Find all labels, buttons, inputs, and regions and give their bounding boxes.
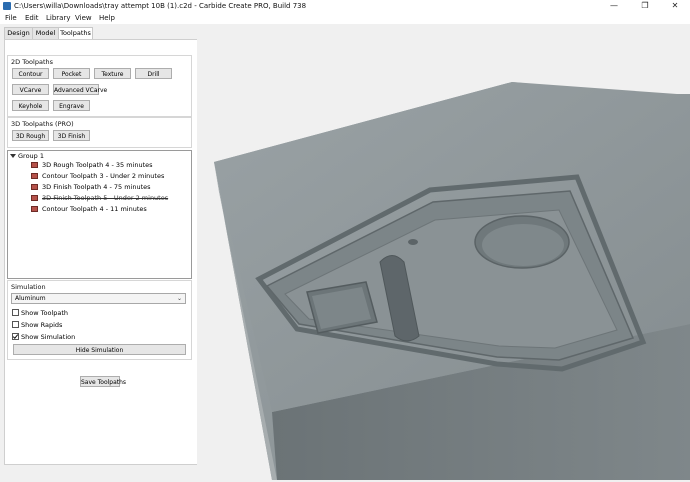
show-rapids-label: Show Rapids bbox=[21, 321, 63, 329]
menu-library[interactable]: Library bbox=[46, 14, 70, 22]
save-toolpaths-button[interactable]: Save Toolpaths bbox=[80, 376, 126, 387]
small-hole bbox=[408, 239, 418, 245]
caret-down-icon[interactable] bbox=[10, 154, 16, 158]
tab-design[interactable]: Design bbox=[4, 27, 33, 39]
tree-group-label: Group 1 bbox=[18, 152, 44, 160]
contour-button[interactable]: Contour bbox=[12, 68, 49, 79]
material-select[interactable]: Aluminum ⌄ bbox=[11, 293, 186, 304]
toolpath-icon bbox=[31, 206, 38, 212]
tree-toolpath-row[interactable]: 3D Finish Toolpath 5 - Under 2 minutes bbox=[31, 194, 189, 203]
hide-simulation-button[interactable]: Hide Simulation bbox=[13, 344, 186, 355]
tree-toolpath-row[interactable]: 3D Finish Toolpath 4 - 75 minutes bbox=[31, 183, 189, 192]
toolpath-icon bbox=[31, 173, 38, 179]
engrave-button[interactable]: Engrave bbox=[53, 100, 90, 111]
vcarve-button[interactable]: VCarve bbox=[12, 84, 49, 95]
show-toolpath-label: Show Toolpath bbox=[21, 309, 69, 317]
tree-toolpath-row[interactable]: Contour Toolpath 4 - 11 minutes bbox=[31, 205, 189, 214]
checkmark-icon bbox=[12, 334, 19, 339]
close-button[interactable]: ✕ bbox=[660, 0, 690, 12]
pocket-button[interactable]: Pocket bbox=[53, 68, 90, 79]
stock-simulation[interactable] bbox=[197, 24, 690, 480]
menu-file[interactable]: File bbox=[5, 14, 17, 22]
toolpaths-3d-title: 3D Toolpaths (PRO) bbox=[11, 120, 74, 128]
maximize-button[interactable]: ❐ bbox=[630, 0, 660, 12]
tree-toolpath-row[interactable]: Contour Toolpath 3 - Under 2 minutes bbox=[31, 172, 189, 181]
finish-3d-button[interactable]: 3D Finish bbox=[53, 130, 90, 141]
toolpath-label: 3D Finish Toolpath 4 - 75 minutes bbox=[42, 183, 151, 191]
menu-help[interactable]: Help bbox=[99, 14, 115, 22]
toolpath-label: Contour Toolpath 4 - 11 minutes bbox=[42, 205, 147, 213]
rough-3d-button[interactable]: 3D Rough bbox=[12, 130, 49, 141]
menu-bar: File Edit Library View Help bbox=[0, 12, 690, 24]
drill-button[interactable]: Drill bbox=[135, 68, 172, 79]
advanced-vcarve-button[interactable]: Advanced VCarve bbox=[53, 84, 107, 95]
toolpath-label: 3D Rough Toolpath 4 - 35 minutes bbox=[42, 161, 153, 169]
toolpath-tree[interactable]: Group 1 3D Rough Toolpath 4 - 35 minutes… bbox=[7, 150, 192, 279]
app-logo-icon bbox=[3, 2, 11, 10]
toolpath-label-disabled: 3D Finish Toolpath 5 - Under 2 minutes bbox=[42, 194, 169, 202]
material-value: Aluminum bbox=[15, 295, 46, 302]
simulation-title: Simulation bbox=[11, 283, 46, 291]
toolpath-icon bbox=[31, 195, 38, 201]
chevron-down-icon: ⌄ bbox=[176, 295, 182, 302]
menu-edit[interactable]: Edit bbox=[25, 14, 39, 22]
minimize-button[interactable]: — bbox=[599, 0, 629, 12]
tree-toolpath-row[interactable]: 3D Rough Toolpath 4 - 35 minutes bbox=[31, 161, 189, 170]
menu-view[interactable]: View bbox=[75, 14, 92, 22]
window-title: C:\Users\willa\Downloads\tray attempt 10… bbox=[14, 2, 307, 10]
round-pocket-floor bbox=[482, 224, 564, 266]
texture-button[interactable]: Texture bbox=[94, 68, 131, 79]
show-toolpath-checkbox[interactable] bbox=[12, 309, 19, 316]
tab-model[interactable]: Model bbox=[32, 27, 59, 39]
show-rapids-checkbox[interactable] bbox=[12, 321, 19, 328]
keyhole-button[interactable]: Keyhole bbox=[12, 100, 49, 111]
toolpaths-2d-title: 2D Toolpaths bbox=[11, 58, 53, 66]
3d-viewport[interactable] bbox=[197, 24, 690, 480]
toolpath-icon bbox=[31, 162, 38, 168]
toolpath-icon bbox=[31, 184, 38, 190]
show-simulation-checkbox[interactable] bbox=[12, 333, 19, 340]
tree-group-row[interactable]: Group 1 bbox=[8, 152, 188, 161]
show-simulation-label: Show Simulation bbox=[21, 333, 76, 341]
toolpath-label: Contour Toolpath 3 - Under 2 minutes bbox=[42, 172, 165, 180]
title-bar: C:\Users\willa\Downloads\tray attempt 10… bbox=[0, 0, 690, 12]
